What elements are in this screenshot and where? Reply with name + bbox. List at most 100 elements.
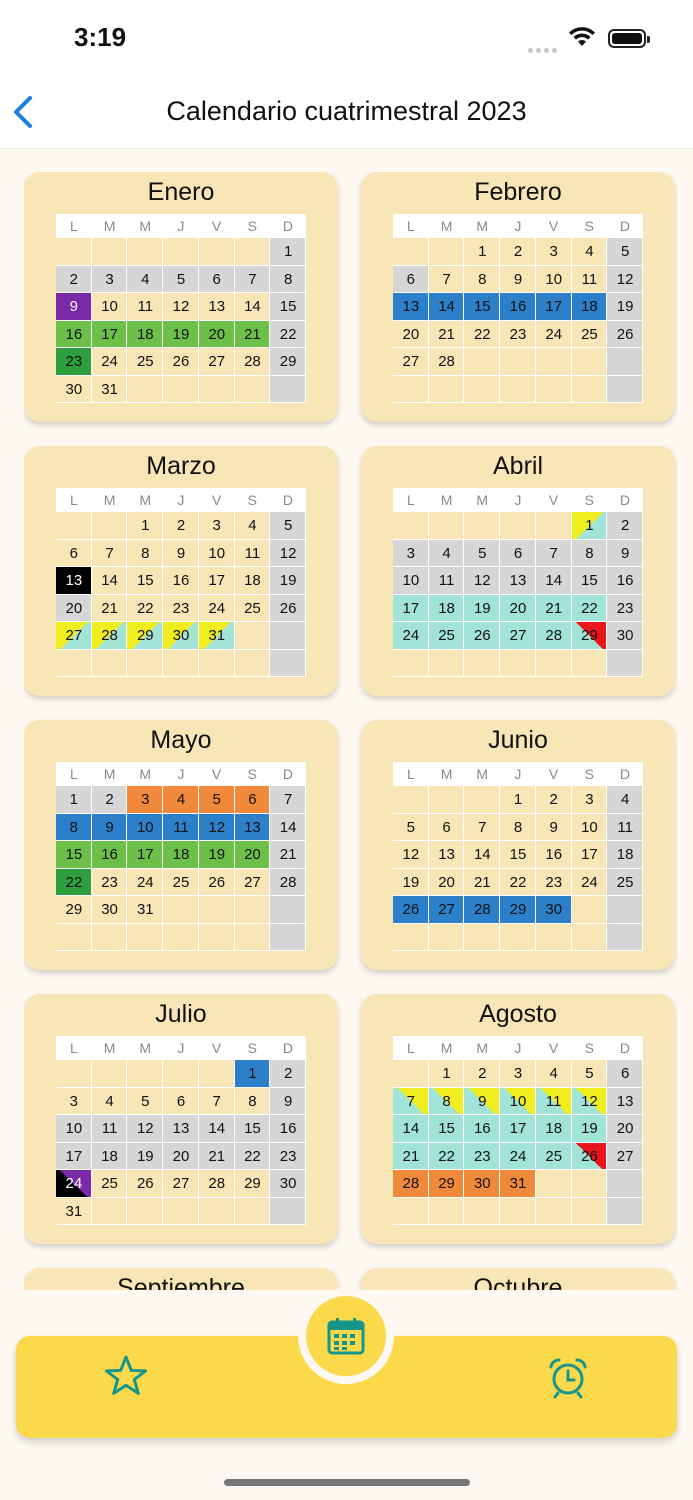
- day-cell[interactable]: 21: [464, 869, 500, 897]
- day-cell[interactable]: 23: [163, 595, 199, 623]
- day-cell[interactable]: 1: [270, 238, 306, 266]
- day-cell[interactable]: 18: [607, 841, 643, 869]
- day-cell[interactable]: 17: [572, 841, 608, 869]
- day-cell[interactable]: 27: [393, 348, 429, 376]
- day-cell[interactable]: 31: [198, 622, 235, 650]
- day-cell[interactable]: 6: [429, 814, 465, 842]
- day-cell[interactable]: 17: [500, 1115, 536, 1143]
- day-cell[interactable]: 8: [428, 1087, 465, 1115]
- tab-alarm-clock-icon[interactable]: [546, 1356, 590, 1400]
- tab-favorites-star-icon[interactable]: [104, 1354, 148, 1398]
- day-cell[interactable]: 3: [536, 238, 572, 266]
- month-card-enero[interactable]: Enero L M M J V S D 1 2 3 4 5 6 7 8 9 10 11 12 13 14 15 16 17 18 1…: [24, 172, 338, 422]
- day-cell[interactable]: 12: [571, 1087, 608, 1115]
- day-cell[interactable]: 17: [535, 293, 572, 321]
- day-cell[interactable]: 8: [464, 266, 500, 294]
- day-cell[interactable]: 16: [91, 841, 128, 869]
- day-cell[interactable]: 3: [500, 1060, 536, 1088]
- day-cell[interactable]: 29: [428, 1170, 465, 1198]
- day-cell[interactable]: 7: [234, 265, 271, 293]
- day-cell[interactable]: 12: [198, 813, 235, 841]
- day-cell[interactable]: 20: [163, 1142, 199, 1170]
- day-cell[interactable]: 26: [607, 320, 643, 348]
- day-cell[interactable]: 5: [572, 1060, 608, 1088]
- day-cell[interactable]: 9: [536, 814, 572, 842]
- day-cell[interactable]: 27: [607, 1142, 643, 1170]
- month-card-septiembre[interactable]: SeptiembreLMMJVSD12345678910111213141516…: [24, 1268, 338, 1290]
- day-cell[interactable]: 30: [464, 1170, 501, 1198]
- month-card-julio[interactable]: Julio L M M J V S D 1 2 3 4 5 6 7 8 9 10 11 12 13 14 15 16 17 18 1…: [24, 994, 338, 1244]
- day-cell[interactable]: 22: [270, 320, 306, 348]
- day-cell[interactable]: 25: [607, 868, 643, 896]
- day-cell[interactable]: 23: [500, 321, 536, 349]
- day-cell[interactable]: 21: [198, 1142, 235, 1170]
- day-cell[interactable]: 1: [56, 786, 92, 814]
- day-cell[interactable]: 5: [163, 265, 199, 293]
- day-cell[interactable]: 10: [500, 1087, 536, 1115]
- day-cell[interactable]: 10: [92, 293, 128, 321]
- day-cell[interactable]: 8: [56, 813, 92, 841]
- day-cell[interactable]: 19: [163, 320, 199, 348]
- day-cell[interactable]: 18: [428, 594, 465, 622]
- day-cell[interactable]: 27: [428, 896, 465, 924]
- day-cell[interactable]: 3: [572, 786, 608, 814]
- day-cell[interactable]: 27: [163, 1170, 199, 1198]
- day-cell[interactable]: 23: [92, 869, 128, 897]
- day-cell[interactable]: 9: [607, 539, 643, 567]
- month-card-octubre[interactable]: OctubreLMMJVSD12345678910111213141516171…: [361, 1268, 675, 1290]
- day-cell[interactable]: 1: [234, 1060, 271, 1088]
- day-cell[interactable]: 2: [464, 1060, 500, 1088]
- day-cell[interactable]: 20: [429, 869, 465, 897]
- day-cell[interactable]: 3: [56, 1088, 92, 1116]
- day-cell[interactable]: 5: [393, 814, 429, 842]
- day-cell[interactable]: 14: [270, 813, 306, 841]
- day-cell[interactable]: 16: [163, 567, 199, 595]
- day-cell[interactable]: 15: [270, 293, 306, 321]
- day-cell[interactable]: 11: [607, 813, 643, 841]
- day-cell[interactable]: 18: [535, 1115, 572, 1143]
- day-cell[interactable]: 29: [127, 622, 164, 650]
- day-cell[interactable]: 26: [127, 1170, 163, 1198]
- day-cell[interactable]: 16: [536, 841, 572, 869]
- day-cell[interactable]: 16: [500, 293, 536, 321]
- day-cell[interactable]: 21: [92, 595, 128, 623]
- day-cell[interactable]: 4: [536, 1060, 572, 1088]
- day-cell[interactable]: 23: [56, 348, 92, 376]
- day-cell[interactable]: 15: [464, 293, 501, 321]
- month-card-junio[interactable]: Junio L M M J V S D 1 2 3 4 5 6 7 8 9 10 11 12 13 14 15 16 17 18 1…: [361, 720, 675, 970]
- day-cell[interactable]: 12: [393, 841, 429, 869]
- day-cell[interactable]: 7: [199, 1088, 235, 1116]
- day-cell[interactable]: 4: [163, 786, 199, 814]
- day-cell[interactable]: 29: [571, 622, 608, 650]
- day-cell[interactable]: 1: [571, 512, 608, 540]
- day-cell[interactable]: 24: [127, 869, 163, 897]
- day-cell[interactable]: 4: [92, 1088, 128, 1116]
- day-cell[interactable]: 7: [464, 814, 500, 842]
- day-cell[interactable]: 8: [500, 814, 536, 842]
- day-cell[interactable]: 10: [393, 567, 429, 595]
- day-cell[interactable]: 12: [464, 567, 501, 595]
- day-cell[interactable]: 29: [500, 896, 536, 924]
- day-cell[interactable]: 7: [393, 1087, 429, 1115]
- day-cell[interactable]: 6: [163, 1088, 199, 1116]
- day-cell[interactable]: 21: [234, 320, 271, 348]
- day-cell[interactable]: 25: [92, 1170, 128, 1198]
- day-cell[interactable]: 11: [572, 266, 608, 294]
- day-cell[interactable]: 2: [607, 512, 643, 540]
- day-cell[interactable]: 13: [500, 567, 536, 595]
- day-cell[interactable]: 26: [199, 869, 235, 897]
- day-cell[interactable]: 5: [464, 539, 501, 567]
- day-cell[interactable]: 10: [199, 540, 235, 568]
- day-cell[interactable]: 28: [91, 622, 128, 650]
- day-cell[interactable]: 15: [234, 1115, 271, 1143]
- day-cell[interactable]: 27: [56, 622, 92, 650]
- day-cell[interactable]: 18: [91, 1142, 128, 1170]
- day-cell[interactable]: 24: [536, 321, 572, 349]
- day-cell[interactable]: 2: [500, 238, 536, 266]
- day-cell[interactable]: 23: [270, 1142, 306, 1170]
- day-cell[interactable]: 21: [393, 1142, 429, 1170]
- day-cell[interactable]: 24: [199, 595, 235, 623]
- day-cell[interactable]: 10: [572, 814, 608, 842]
- day-cell[interactable]: 6: [607, 1060, 643, 1088]
- day-cell[interactable]: 20: [500, 594, 536, 622]
